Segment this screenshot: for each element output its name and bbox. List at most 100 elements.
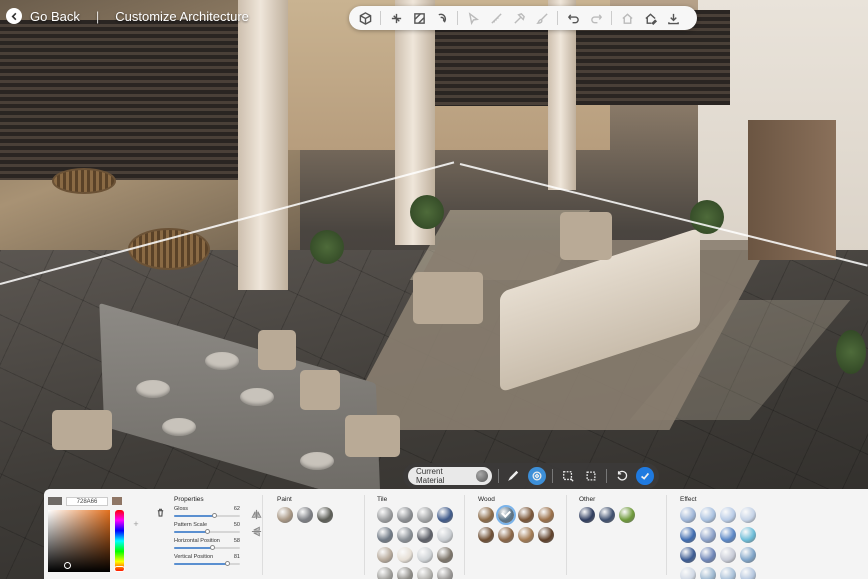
go-back-button[interactable]: Go Back [6, 8, 80, 24]
tile-material-swatch[interactable] [377, 507, 393, 523]
bar-separator [497, 469, 499, 483]
wood-material-swatch[interactable] [478, 527, 494, 543]
redo-icon[interactable] [586, 8, 606, 28]
wood-material-swatch[interactable] [538, 507, 554, 523]
tile-material-swatch[interactable] [437, 527, 453, 543]
dining-chair[interactable] [52, 410, 112, 450]
effect-material-swatch[interactable] [700, 567, 716, 579]
effect-material-swatch[interactable] [680, 527, 696, 543]
property-slider[interactable] [174, 545, 240, 550]
paint-apply-icon[interactable] [528, 467, 546, 485]
hammer-icon[interactable] [509, 8, 529, 28]
effect-material-swatch[interactable] [720, 527, 736, 543]
effect-material-swatch[interactable] [720, 567, 736, 579]
tile-material-swatch[interactable] [397, 527, 413, 543]
other-material-swatch[interactable] [619, 507, 635, 523]
effect-material-swatch[interactable] [740, 527, 756, 543]
undo-icon[interactable] [563, 8, 583, 28]
tile-material-swatch[interactable] [417, 567, 433, 579]
select-box-icon[interactable] [582, 467, 600, 485]
other-material-swatch[interactable] [579, 507, 595, 523]
effect-material-swatch[interactable] [700, 507, 716, 523]
wood-material-swatch[interactable] [496, 505, 516, 525]
flip-horizontal-icon[interactable] [251, 509, 262, 520]
armchair[interactable] [560, 212, 612, 260]
effect-material-swatch[interactable] [740, 547, 756, 563]
house-edit-icon[interactable] [640, 8, 660, 28]
tile-material-swatch[interactable] [397, 547, 413, 563]
tile-material-swatch[interactable] [437, 567, 453, 579]
paint-material-swatch[interactable] [297, 507, 313, 523]
effect-material-swatch[interactable] [680, 507, 696, 523]
dining-chair[interactable] [300, 370, 340, 410]
cube-icon[interactable] [355, 8, 375, 28]
slider-handle[interactable] [224, 561, 230, 566]
effect-material-swatch[interactable] [720, 547, 736, 563]
download-icon[interactable] [663, 8, 683, 28]
hex-input[interactable]: 728A66 [66, 496, 108, 506]
property-value[interactable]: 81 [234, 554, 240, 560]
wood-material-swatch[interactable] [498, 527, 514, 543]
property-slider[interactable] [174, 529, 240, 534]
material-action-bar: Current Material [403, 463, 659, 489]
measure-icon[interactable] [486, 8, 506, 28]
paint-material-swatch[interactable] [277, 507, 293, 523]
paint-roller-icon[interactable] [432, 8, 452, 28]
saturation-value-area[interactable] [48, 510, 110, 572]
hue-slider-handle[interactable] [114, 566, 125, 572]
effect-material-swatch[interactable] [700, 527, 716, 543]
eyedropper-icon[interactable] [505, 467, 523, 485]
texture-icon[interactable] [409, 8, 429, 28]
property-slider-row: Gloss 62 [172, 505, 244, 521]
tile-material-swatch[interactable] [417, 547, 433, 563]
paint-group: Paint [277, 496, 333, 523]
confirm-check-icon[interactable] [636, 467, 654, 485]
wood-material-swatch[interactable] [538, 527, 554, 543]
property-value[interactable]: 58 [234, 538, 240, 544]
slider-handle[interactable] [209, 545, 215, 550]
effect-material-swatch[interactable] [720, 507, 736, 523]
tile-material-swatch[interactable] [377, 527, 393, 543]
property-slider[interactable] [174, 513, 240, 518]
tile-material-swatch[interactable] [437, 507, 453, 523]
dining-chair[interactable] [258, 330, 296, 370]
tile-material-swatch[interactable] [437, 547, 453, 563]
property-value[interactable]: 50 [234, 522, 240, 528]
tile-material-swatch[interactable] [377, 547, 393, 563]
tile-material-swatch[interactable] [417, 507, 433, 523]
tile-material-swatch[interactable] [377, 567, 393, 579]
slider-handle[interactable] [204, 529, 210, 534]
tile-material-swatch[interactable] [417, 527, 433, 543]
brush-icon[interactable] [532, 8, 552, 28]
cursor-icon[interactable] [463, 8, 483, 28]
effect-material-swatch[interactable] [680, 547, 696, 563]
effect-material-swatch[interactable] [700, 547, 716, 563]
dining-chair[interactable] [345, 415, 400, 457]
current-material-button[interactable]: Current Material [408, 467, 492, 485]
rotate-axis-icon[interactable] [386, 8, 406, 28]
armchair[interactable] [413, 272, 483, 324]
slider-handle[interactable] [212, 513, 218, 518]
hue-slider[interactable] [115, 510, 124, 572]
select-area-icon[interactable] [559, 467, 577, 485]
tile-material-swatch[interactable] [397, 507, 413, 523]
other-material-swatch[interactable] [599, 507, 615, 523]
effect-material-swatch[interactable] [740, 507, 756, 523]
reset-icon[interactable] [613, 467, 631, 485]
tile-material-swatch[interactable] [397, 567, 413, 579]
property-slider[interactable] [174, 561, 240, 566]
property-label: Vertical Position [174, 554, 214, 560]
property-value[interactable]: 62 [234, 506, 240, 512]
color-picker-handle[interactable] [64, 562, 71, 569]
add-color-button[interactable]: + [131, 519, 141, 529]
effect-material-swatch[interactable] [740, 567, 756, 579]
wood-material-swatch[interactable] [518, 507, 534, 523]
paint-material-swatch[interactable] [317, 507, 333, 523]
wood-material-swatch[interactable] [518, 527, 534, 543]
flip-vertical-icon[interactable] [251, 526, 262, 537]
wood-material-swatch[interactable] [478, 507, 494, 523]
effect-material-swatch[interactable] [680, 567, 696, 579]
house-outline-icon[interactable] [617, 8, 637, 28]
column-left[interactable] [238, 0, 288, 290]
trash-icon[interactable] [156, 504, 166, 517]
